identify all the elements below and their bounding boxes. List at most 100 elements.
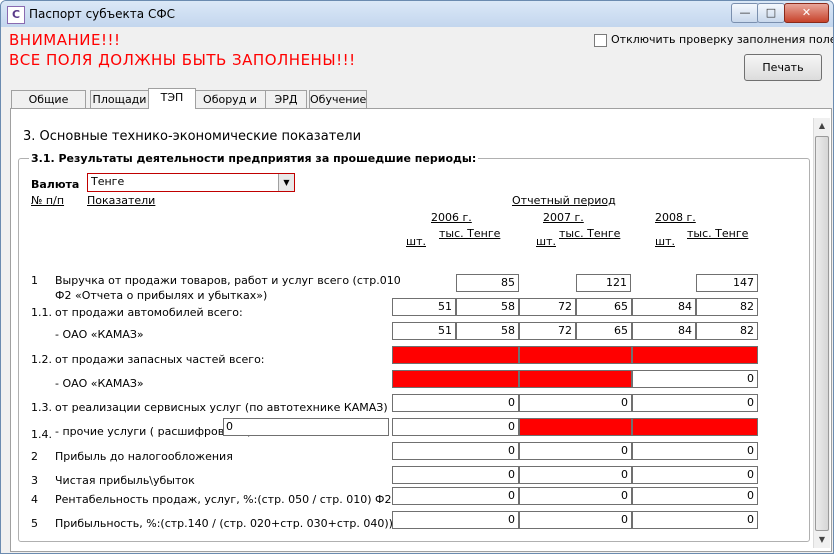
row-2-2008-cell[interactable]: 0	[632, 442, 758, 460]
tab-tep[interactable]: ТЭП	[148, 88, 196, 109]
row-1-1-num: 1.1.	[31, 306, 52, 319]
row-1-3-2006-cell[interactable]: 0	[392, 394, 519, 412]
row-1-4-2007-cell[interactable]	[519, 418, 632, 436]
row-1-1-kamaz-2006-money[interactable]: 58	[456, 322, 519, 340]
row-5-2006-cell[interactable]: 0	[392, 511, 519, 529]
row-1-2006-money[interactable]: 85	[456, 274, 519, 292]
row-1-1-kamaz-label: - ОАО «КАМАЗ»	[55, 328, 144, 341]
row-1-1-2008-money[interactable]: 82	[696, 298, 758, 316]
window-title: Паспорт субъекта СФС	[29, 7, 176, 21]
unit-money-2008: тыс. Тенге	[687, 227, 749, 240]
row-1-2-2007-cell[interactable]	[519, 346, 632, 364]
row-1-2007-money[interactable]: 121	[576, 274, 631, 292]
tab-erd[interactable]: ЭРД	[265, 90, 307, 108]
print-button[interactable]: Печать	[744, 54, 822, 81]
currency-value: Тенге	[91, 175, 125, 188]
row-1-2-2008-cell[interactable]	[632, 346, 758, 364]
row-1-2-label: от продажи запасных частей всего:	[55, 353, 265, 366]
row-2-num: 2	[31, 450, 38, 463]
tab-areas[interactable]: Площади	[90, 90, 149, 108]
row-2-2007-cell[interactable]: 0	[519, 442, 632, 460]
row-1-1-kamaz-2007-pcs[interactable]: 72	[519, 322, 576, 340]
row-2-2006-cell[interactable]: 0	[392, 442, 519, 460]
row-1-4-num: 1.4.	[31, 428, 52, 441]
row-2-label: Прибыль до налогообложения	[55, 450, 233, 463]
row-1-3-2007-cell[interactable]: 0	[519, 394, 632, 412]
row-1-2-kamaz-2006-cell[interactable]	[392, 370, 519, 388]
row-1-1-2008-pcs[interactable]: 84	[632, 298, 696, 316]
currency-select[interactable]: Тенге ▼	[87, 173, 295, 192]
row-1-1-2007-pcs[interactable]: 72	[519, 298, 576, 316]
row-1-2-kamaz-2007-cell[interactable]	[519, 370, 632, 388]
row-1-4-2008-cell[interactable]	[632, 418, 758, 436]
scroll-thumb[interactable]	[815, 136, 829, 531]
row-1-2-kamaz-2008-cell[interactable]: 0	[632, 370, 758, 388]
row-1-label-2: Ф2 «Отчета о прибылях и убытках»)	[55, 289, 268, 302]
warning-line-2: ВСЕ ПОЛЯ ДОЛЖНЫ БЫТЬ ЗАПОЛНЕНЫ!!!	[9, 51, 356, 69]
row-3-2006-cell[interactable]: 0	[392, 466, 519, 484]
row-3-label: Чистая прибыль\убыток	[55, 474, 195, 487]
row-4-label: Рентабельность продаж, услуг, %:(стр. 05…	[55, 493, 392, 506]
disable-check-checkbox[interactable]	[594, 34, 607, 47]
row-1-1-2007-money[interactable]: 65	[576, 298, 632, 316]
title-bar[interactable]: С Паспорт субъекта СФС — □ ✕	[1, 1, 833, 27]
col-indicators-header: Показатели	[87, 194, 156, 207]
row-4-2008-cell[interactable]: 0	[632, 487, 758, 505]
row-1-4-2006-cell[interactable]: 0	[392, 418, 519, 436]
row-5-num: 5	[31, 517, 38, 530]
row-1-1-kamaz-2006-pcs[interactable]: 51	[392, 322, 456, 340]
row-3-2008-cell[interactable]: 0	[632, 466, 758, 484]
row-1-2-num: 1.2.	[31, 353, 52, 366]
row-1-3-label: от реализации сервисных услуг (по автоте…	[55, 401, 388, 414]
row-1-1-2006-money[interactable]: 58	[456, 298, 519, 316]
warning-line-1: ВНИМАНИЕ!!!	[9, 31, 121, 49]
row-5-2008-cell[interactable]: 0	[632, 511, 758, 529]
section-title: 3. Основные технико-экономические показа…	[23, 129, 362, 144]
minimize-button[interactable]: —	[731, 3, 759, 23]
unit-pcs-2007: шт.	[536, 235, 556, 248]
row-3-num: 3	[31, 474, 38, 487]
results-subtitle: 3.1. Результаты деятельности предприятия…	[29, 152, 479, 165]
scroll-down-icon[interactable]: ▼	[814, 532, 830, 548]
row-1-num: 1	[31, 274, 38, 287]
period-header: Отчетный период	[512, 194, 616, 207]
close-button[interactable]: ✕	[784, 3, 829, 23]
vertical-scrollbar[interactable]: ▲ ▼	[813, 118, 830, 548]
year-2006: 2006 г.	[431, 211, 472, 224]
currency-label: Валюта	[31, 178, 80, 191]
row-1-3-2008-cell[interactable]: 0	[632, 394, 758, 412]
row-3-2007-cell[interactable]: 0	[519, 466, 632, 484]
chevron-down-icon[interactable]: ▼	[278, 174, 294, 191]
year-2007: 2007 г.	[543, 211, 584, 224]
row-4-2007-cell[interactable]: 0	[519, 487, 632, 505]
row-1-2-2006-cell[interactable]	[392, 346, 519, 364]
tab-general[interactable]: Общие свед.	[11, 90, 86, 123]
row-1-1-2006-pcs[interactable]: 51	[392, 298, 456, 316]
unit-pcs-2006: шт.	[406, 235, 426, 248]
row-5-label: Прибыльность, %:(стр.140 / (стр. 020+стр…	[55, 517, 413, 530]
row-1-1-kamaz-2008-pcs[interactable]: 84	[632, 322, 696, 340]
row-1-2-kamaz-label: - ОАО «КАМАЗ»	[55, 377, 144, 390]
row-1-1-kamaz-2008-money[interactable]: 82	[696, 322, 758, 340]
row-1-label: Выручка от продажи товаров, работ и услу…	[55, 274, 401, 287]
row-1-1-kamaz-2007-money[interactable]: 65	[576, 322, 632, 340]
unit-money-2007: тыс. Тенге	[559, 227, 621, 240]
row-1-2008-money[interactable]: 147	[696, 274, 758, 292]
row-4-num: 4	[31, 493, 38, 506]
minimize-icon: —	[739, 6, 751, 19]
close-icon: ✕	[801, 6, 812, 19]
app-icon: С	[7, 6, 25, 24]
row-1-1-label: от продажи автомобилей всего:	[55, 306, 243, 319]
row-1-3-num: 1.3.	[31, 401, 52, 414]
maximize-icon: □	[765, 6, 777, 19]
main-window: С Паспорт субъекта СФС — □ ✕ ВНИМАНИЕ!!!…	[0, 0, 834, 554]
row-4-2006-cell[interactable]: 0	[392, 487, 519, 505]
year-2008: 2008 г.	[655, 211, 696, 224]
tab-training[interactable]: Обучение	[309, 90, 367, 108]
disable-check-label: Отключить проверку заполнения полей	[611, 33, 834, 46]
maximize-button[interactable]: □	[757, 3, 785, 23]
tab-equipment[interactable]: Оборуд и СИ	[194, 90, 266, 123]
scroll-up-icon[interactable]: ▲	[814, 118, 830, 134]
row-5-2007-cell[interactable]: 0	[519, 511, 632, 529]
row-1-4-other-input[interactable]: 0	[223, 418, 389, 436]
